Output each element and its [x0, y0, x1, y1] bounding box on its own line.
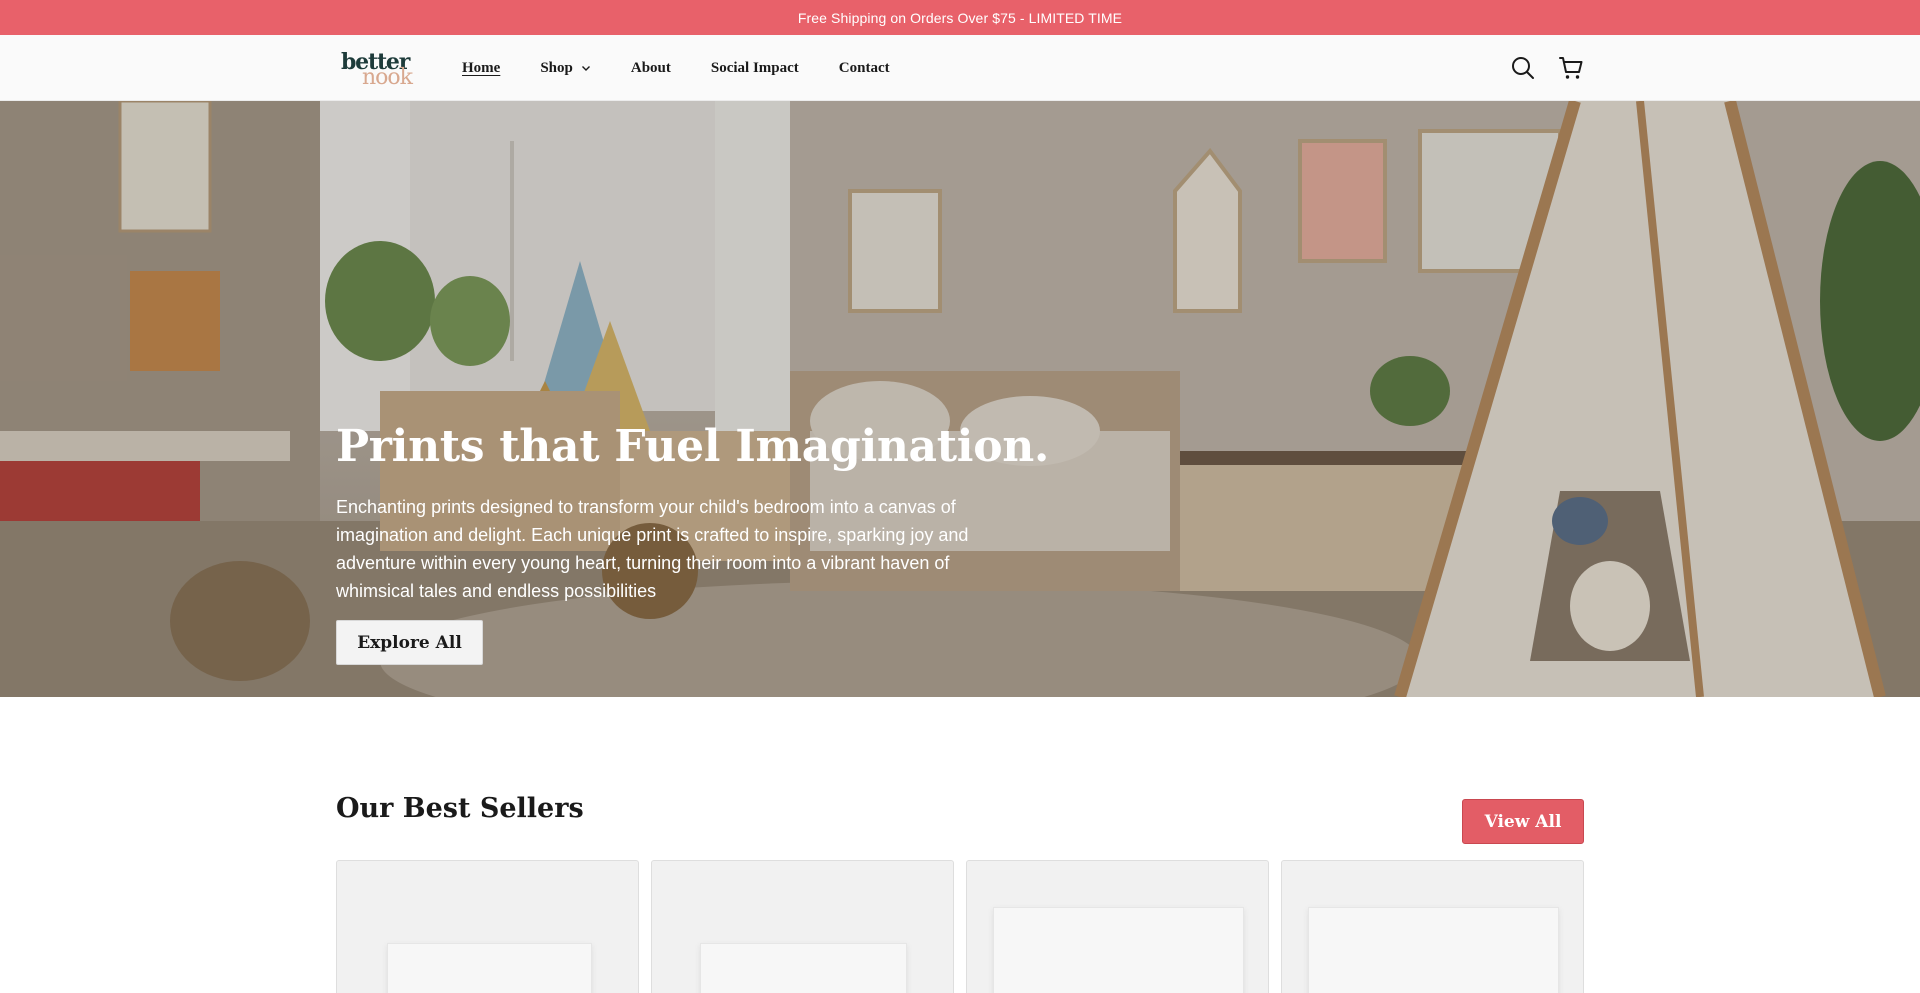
nav-item-contact[interactable]: Contact: [839, 60, 890, 77]
product-grid: [336, 860, 1584, 993]
nav-item-social-impact[interactable]: Social Impact: [711, 60, 799, 77]
search-icon[interactable]: [1510, 55, 1536, 81]
header-icons: [1488, 55, 1584, 81]
main-nav: Home Shop About Social Impact Contact: [462, 35, 930, 101]
announcement-bar: Free Shipping on Orders Over $75 - LIMIT…: [0, 0, 1920, 35]
nav-item-shop[interactable]: Shop: [540, 60, 591, 77]
best-sellers-title: Our Best Sellers: [336, 793, 584, 824]
explore-all-button[interactable]: Explore All: [336, 620, 483, 665]
logo-text-nook: nook: [362, 65, 413, 90]
hero-description: Enchanting prints designed to transform …: [336, 497, 969, 601]
nav-item-about[interactable]: About: [631, 60, 671, 77]
product-card[interactable]: [1281, 860, 1584, 993]
product-card[interactable]: [336, 860, 639, 993]
chevron-down-icon: [581, 66, 590, 71]
product-image: [387, 943, 592, 993]
nav-item-label: Social Impact: [710, 59, 799, 76]
nav-item-label: About: [630, 59, 671, 76]
product-card[interactable]: [651, 860, 954, 993]
hero-title: Prints that Fuel Imagination.: [336, 421, 1049, 472]
product-image: [700, 943, 907, 993]
product-image: [1308, 907, 1559, 993]
announcement-text: Free Shipping on Orders Over $75 - LIMIT…: [797, 9, 1123, 26]
product-card[interactable]: [966, 860, 1269, 993]
site-header: better nook Home Shop About Social Impac…: [0, 35, 1920, 101]
view-all-button[interactable]: View All: [1462, 799, 1584, 844]
brand-logo[interactable]: better nook: [341, 49, 417, 90]
hero-overlay: [0, 101, 1920, 697]
hero-banner: Prints that Fuel Imagination. Enchanting…: [0, 101, 1920, 697]
nav-item-label: Home: [462, 59, 501, 76]
cart-icon[interactable]: [1558, 55, 1584, 81]
nav-item-home[interactable]: Home: [462, 60, 500, 77]
nav-item-label: Contact: [838, 59, 890, 76]
nav-item-label: Shop: [540, 59, 573, 76]
product-image: [993, 907, 1244, 993]
